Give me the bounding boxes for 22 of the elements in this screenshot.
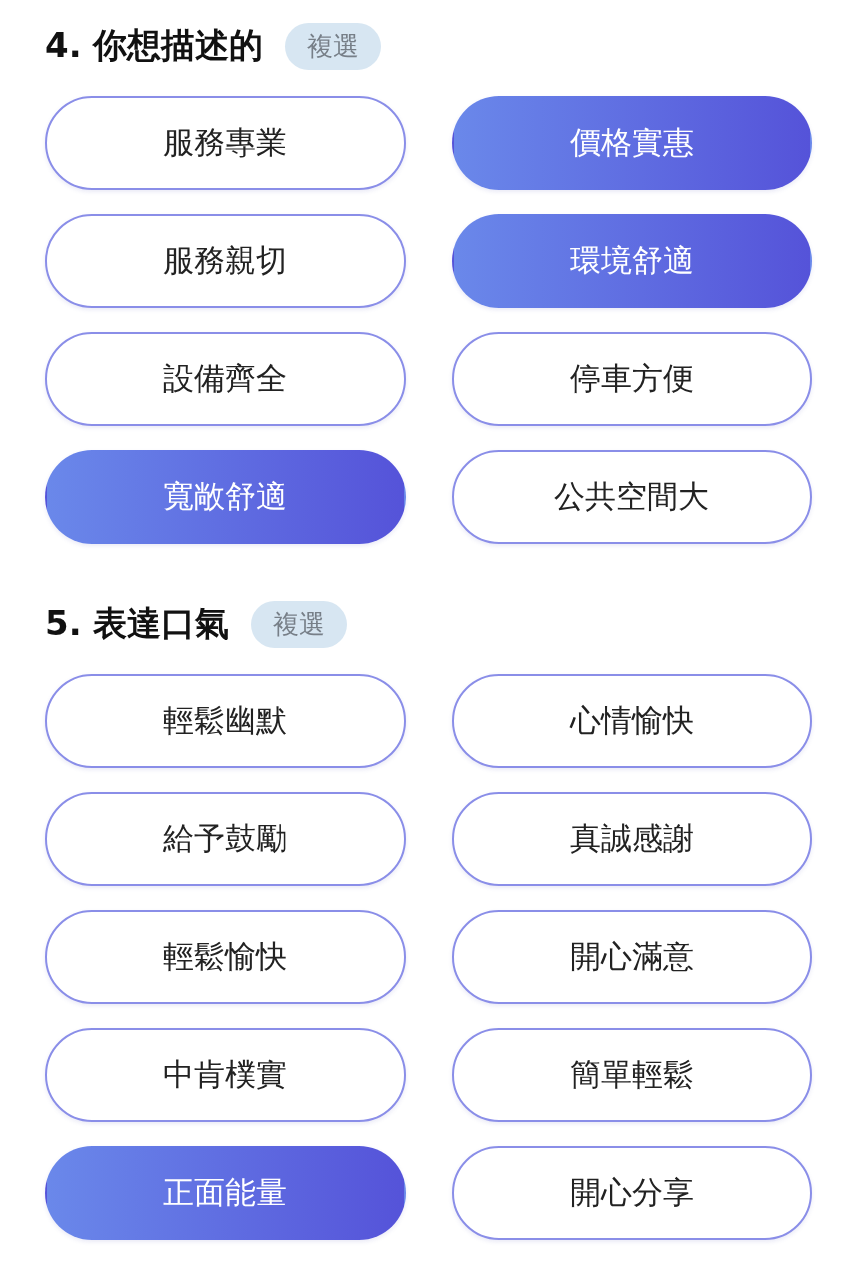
option-chip[interactable]: 開心滿意 — [451, 910, 812, 1004]
option-chip[interactable]: 寬敞舒適 — [45, 450, 406, 544]
option-chip[interactable]: 價格實惠 — [451, 96, 812, 190]
option-chip[interactable]: 輕鬆愉快 — [45, 910, 406, 1004]
option-chip[interactable]: 真誠感謝 — [451, 792, 812, 886]
option-chip[interactable]: 停車方便 — [451, 332, 812, 426]
option-chip[interactable]: 正面能量 — [45, 1146, 406, 1240]
option-chip[interactable]: 輕鬆幽默 — [45, 674, 406, 768]
multi-select-tag: 複選 — [285, 22, 382, 70]
option-chip[interactable]: 環境舒適 — [451, 214, 812, 308]
multi-select-tag: 複選 — [251, 600, 348, 648]
option-chip[interactable]: 中肯樸實 — [45, 1028, 406, 1122]
section-title: 4. 你想描述的 — [45, 24, 264, 67]
option-chip[interactable]: 給予鼓勵 — [45, 792, 406, 886]
option-chip[interactable]: 心情愉快 — [451, 674, 812, 768]
option-chip[interactable]: 開心分享 — [451, 1146, 812, 1240]
option-chip[interactable]: 簡單輕鬆 — [451, 1028, 812, 1122]
option-chip[interactable]: 公共空間大 — [451, 450, 812, 544]
option-chip[interactable]: 服務親切 — [45, 214, 406, 308]
option-chip[interactable]: 服務專業 — [45, 96, 406, 190]
option-chip[interactable]: 設備齊全 — [45, 332, 406, 426]
section-title: 5. 表達口氣 — [45, 602, 230, 645]
